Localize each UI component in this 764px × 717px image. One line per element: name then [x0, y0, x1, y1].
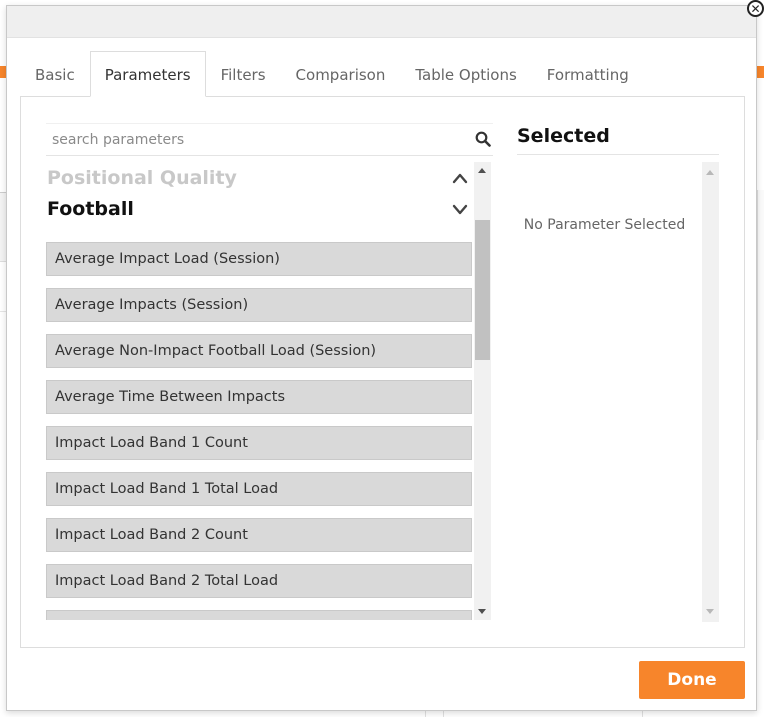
parameter-item[interactable] [46, 610, 472, 620]
selected-heading: Selected [517, 125, 610, 147]
scrollbar-thumb[interactable] [475, 220, 490, 360]
empty-selection-message: No Parameter Selected [523, 217, 686, 233]
parameters-panel: Positional Quality Football Average Impa… [20, 96, 745, 648]
chevron-up-icon[interactable] [452, 172, 468, 184]
tab-table-options[interactable]: Table Options [400, 51, 531, 97]
parameter-item[interactable]: Impact Load Band 2 Total Load [46, 564, 472, 598]
selected-list-scrollbar[interactable] [702, 162, 719, 622]
parameter-item[interactable]: Impact Load Band 1 Total Load [46, 472, 472, 506]
background-panel [757, 190, 764, 440]
parameter-item[interactable]: Average Time Between Impacts [46, 380, 472, 414]
done-button[interactable]: Done [639, 661, 745, 699]
background-accent-strip [757, 66, 764, 78]
scroll-up-arrow-icon[interactable] [706, 170, 714, 175]
tab-basic[interactable]: Basic [20, 51, 90, 97]
search-bar [46, 123, 493, 156]
parameter-item[interactable]: Average Impact Load (Session) [46, 242, 472, 276]
selected-parameters-list: No Parameter Selected [517, 162, 719, 622]
parameter-item[interactable]: Impact Load Band 1 Count [46, 426, 472, 460]
parameter-list: Average Impact Load (Session) Average Im… [46, 242, 472, 620]
close-icon[interactable]: ✕ [747, 0, 764, 17]
tab-bar: Basic Parameters Filters Comparison Tabl… [20, 51, 644, 98]
tab-comparison[interactable]: Comparison [281, 51, 401, 97]
parameters-dialog: Basic Parameters Filters Comparison Tabl… [6, 5, 757, 711]
search-input[interactable] [46, 124, 466, 155]
parameter-item[interactable]: Average Impacts (Session) [46, 288, 472, 322]
tab-parameters[interactable]: Parameters [89, 51, 206, 97]
search-icon[interactable] [475, 131, 491, 147]
dialog-header [7, 6, 756, 38]
scroll-down-arrow-icon[interactable] [478, 609, 486, 614]
group-heading-football[interactable]: Football [47, 198, 134, 220]
selected-divider [517, 154, 719, 155]
tab-filters[interactable]: Filters [206, 51, 281, 97]
scroll-down-arrow-icon[interactable] [706, 609, 714, 614]
tab-formatting[interactable]: Formatting [532, 51, 644, 97]
parameter-list-scrollbar[interactable] [474, 162, 491, 620]
parameter-item[interactable]: Impact Load Band 2 Count [46, 518, 472, 552]
group-heading-positional-quality[interactable]: Positional Quality [47, 167, 237, 189]
scroll-up-arrow-icon[interactable] [478, 168, 486, 173]
chevron-down-icon[interactable] [452, 204, 468, 216]
parameter-item[interactable]: Average Non-Impact Football Load (Sessio… [46, 334, 472, 368]
